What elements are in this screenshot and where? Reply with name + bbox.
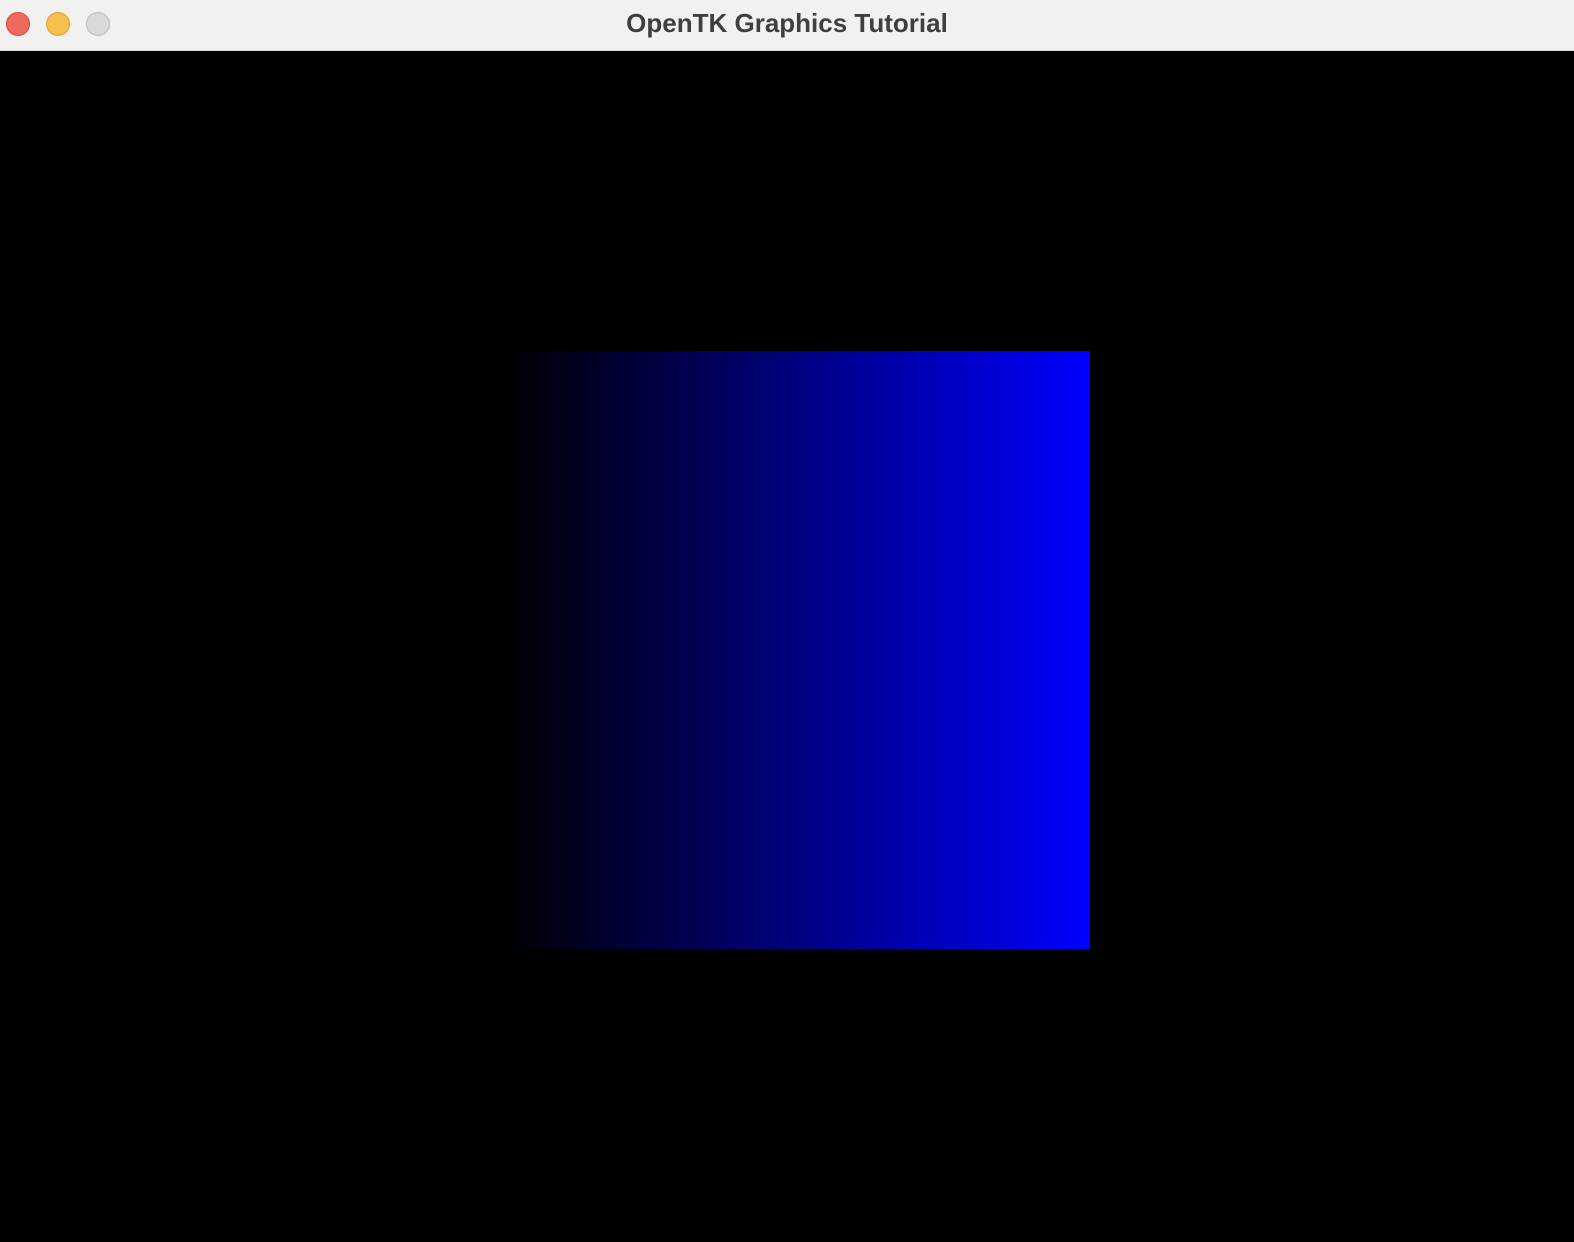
- gradient-quad: [502, 351, 1090, 949]
- title-bar[interactable]: OpenTK Graphics Tutorial: [0, 0, 1574, 51]
- window-title: OpenTK Graphics Tutorial: [626, 8, 948, 38]
- render-viewport[interactable]: [0, 52, 1574, 1242]
- app-window: OpenTK Graphics Tutorial: [0, 0, 1574, 1242]
